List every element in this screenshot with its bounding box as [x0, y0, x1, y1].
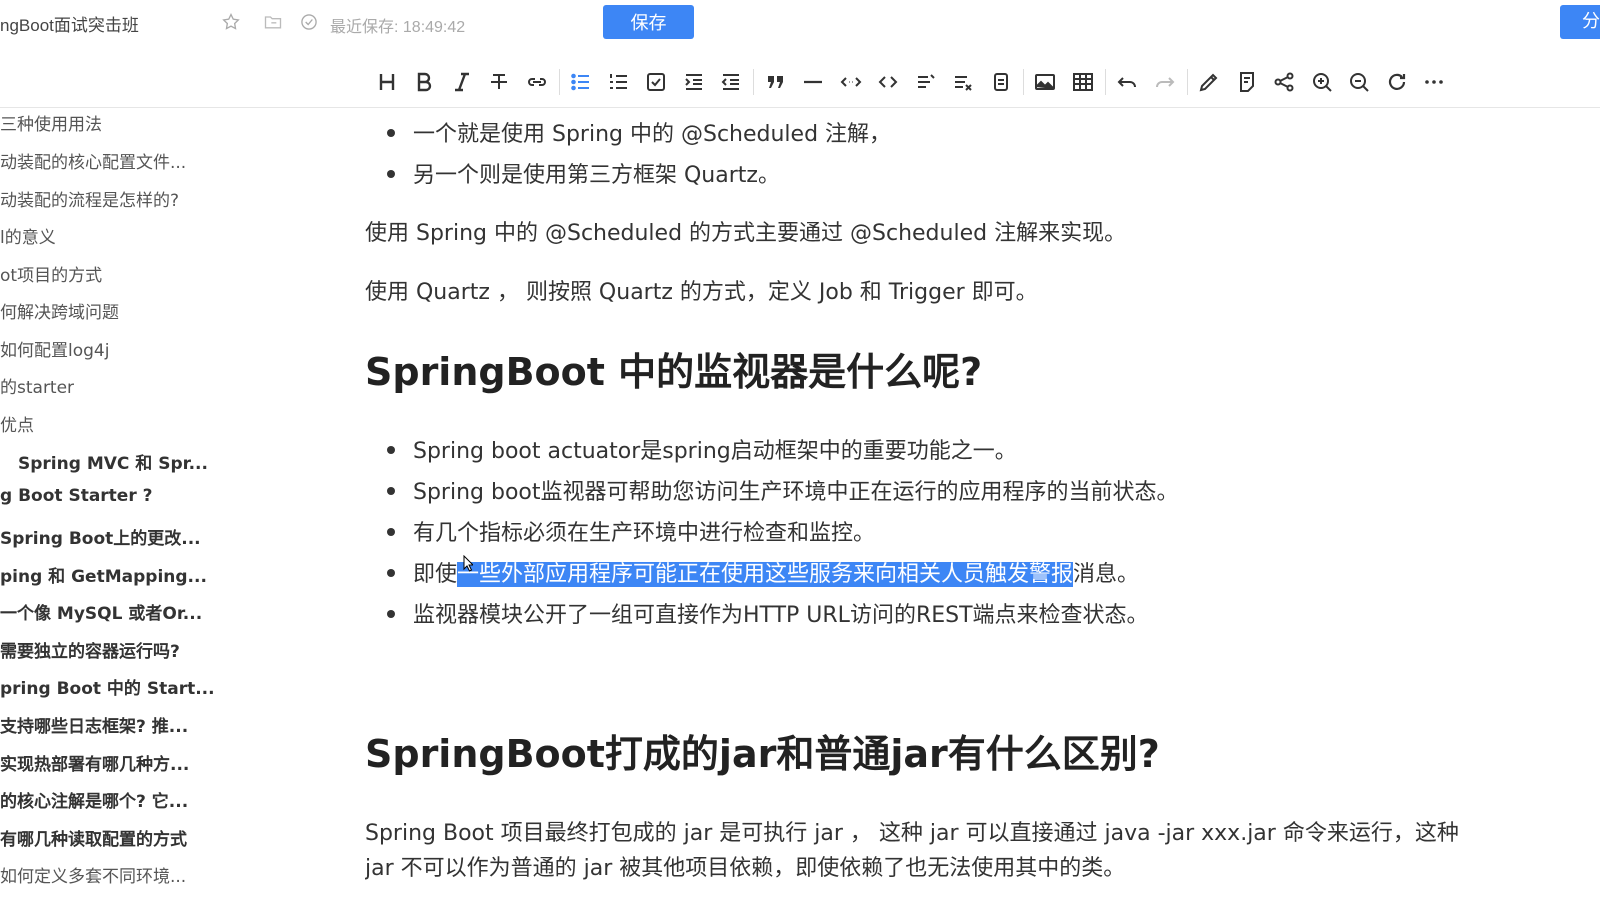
hr-icon[interactable] — [795, 65, 833, 99]
outline-item[interactable]: Spring MVC 和 Spr... — [18, 449, 208, 474]
attachment-icon[interactable] — [982, 65, 1020, 99]
toolbar-separator — [1186, 69, 1188, 95]
bold-icon[interactable] — [406, 65, 444, 99]
document-title[interactable]: ngBoot面试突击班 — [0, 11, 139, 36]
toolbar-separator — [753, 69, 754, 95]
table-icon[interactable] — [1064, 65, 1102, 99]
outline-item[interactable]: ping 和 GetMapping... — [0, 562, 207, 587]
checkbox-icon[interactable] — [638, 65, 676, 99]
text-before-selection: 即使 — [413, 562, 458, 587]
toolbar-separator — [1022, 69, 1024, 95]
strikethrough-icon[interactable] — [481, 65, 519, 99]
check-circle-icon — [298, 11, 320, 33]
mouse-cursor-icon — [463, 555, 473, 572]
editor-content[interactable]: 一个就是使用 Spring 中的 @Scheduled 注解， 另一个则是使用第… — [365, 108, 1600, 900]
list-item: 监视器模块公开了一组可直接作为HTTP URL访问的REST端点来检查状态。 — [387, 597, 1149, 629]
list-item: 一个就是使用 Spring 中的 @Scheduled 注解， — [386, 116, 891, 148]
outline-item[interactable]: 三种使用用法 — [0, 110, 102, 135]
formula-icon[interactable] — [945, 65, 983, 99]
outline-item[interactable]: 动装配的流程是怎样的? — [0, 186, 179, 211]
toc-icon[interactable] — [907, 65, 945, 99]
folder-icon[interactable] — [262, 11, 284, 33]
top-bar: ngBoot面试突击班 最近保存: 18:49:42 保存 分 — [0, 0, 1600, 46]
outline-item[interactable]: 动装配的核心配置文件... — [0, 148, 186, 173]
outline-item[interactable]: 实现热部署有哪几种方... — [0, 750, 189, 775]
paragraph: Spring Boot 项目最终打包成的 jar 是可执行 jar ， 这种 j… — [365, 821, 1459, 846]
outline-item[interactable]: 的核心注解是哪个? 它... — [0, 787, 188, 812]
outline-item[interactable]: 一个像 MySQL 或者Or... — [0, 599, 202, 624]
inline-code-icon[interactable] — [832, 65, 870, 99]
share-icon[interactable] — [1266, 65, 1304, 99]
outline-item[interactable]: 的starter — [0, 373, 74, 398]
pen-icon[interactable] — [1191, 65, 1229, 99]
refresh-icon[interactable] — [1378, 65, 1416, 99]
list-item: 有几个指标必须在生产环境中进行检查和监控。 — [386, 515, 875, 547]
heading-monitor: SpringBoot 中的监视器是什么呢? — [365, 350, 983, 394]
list-item-with-selection: 即使一些外部应用程序可能正在使用这些服务来向相关人员触发警报消息。 — [386, 556, 1140, 588]
outline-item[interactable]: 如何配置log4j — [0, 336, 109, 361]
numbered-list-icon[interactable] — [600, 65, 638, 99]
outline-item[interactable]: 优点 — [0, 411, 34, 436]
outline-item[interactable]: Spring Boot上的更改... — [0, 524, 201, 549]
outline-item[interactable]: 支持哪些日志框架? 推... — [0, 712, 188, 737]
outline-item[interactable]: 如何定义多套不同环境... — [0, 862, 186, 887]
list-item: Spring boot监视器可帮助您访问生产环境中正在运行的应用程序的当前状态。 — [387, 474, 1179, 506]
outline-item[interactable]: g Boot Starter ? — [0, 486, 153, 506]
italic-icon[interactable] — [443, 65, 481, 99]
toolbar-separator — [1104, 69, 1106, 95]
editor-toolbar — [368, 64, 1453, 100]
zoom-out-icon[interactable] — [1341, 65, 1379, 99]
paragraph: 使用 Quartz ， 则按照 Quartz 的方式，定义 Job 和 Trig… — [365, 280, 1038, 305]
toolbar-separator — [558, 69, 560, 95]
save-button[interactable]: 保存 — [603, 5, 694, 39]
outline-item[interactable]: pring Boot 中的 Start... — [0, 674, 215, 699]
indent-icon[interactable] — [675, 65, 713, 99]
share-button[interactable]: 分 — [1560, 5, 1600, 39]
save-status: 最近保存: 18:49:42 — [330, 19, 466, 36]
heading-jar-difference: SpringBoot打成的jar和普通jar有什么区别? — [365, 732, 1160, 776]
bullet-list-icon[interactable] — [563, 65, 601, 99]
zoom-in-icon[interactable] — [1303, 65, 1341, 99]
paragraph: jar 不可以作为普通的 jar 被其他项目依赖，即使依赖了也无法使用其中的类。 — [365, 856, 1126, 881]
image-icon[interactable] — [1027, 65, 1065, 99]
heading-icon[interactable] — [368, 65, 406, 99]
outline-item[interactable]: l的意义 — [0, 223, 56, 248]
more-icon[interactable] — [1416, 65, 1454, 99]
outline-item[interactable]: 有哪几种读取配置的方式 — [0, 825, 187, 850]
outline-item[interactable]: ot项目的方式 — [0, 261, 102, 286]
outline-item[interactable]: 需要独立的容器运行吗? — [0, 637, 180, 662]
paragraph: 使用 Spring 中的 @Scheduled 的方式主要通过 @Schedul… — [365, 221, 1127, 246]
selected-text[interactable]: 一些外部应用程序可能正在使用这些服务来向相关人员触发警报 — [457, 562, 1074, 587]
text-after-selection: 消息。 — [1073, 562, 1140, 587]
star-icon[interactable] — [220, 11, 242, 33]
outdent-icon[interactable] — [713, 65, 751, 99]
code-block-icon[interactable] — [870, 65, 908, 99]
note-icon[interactable] — [1228, 65, 1266, 99]
list-item: Spring boot actuator是spring启动框架中的重要功能之一。 — [387, 433, 1017, 465]
outline-sidebar: 三种使用用法 动装配的核心配置文件... 动装配的流程是怎样的? l的意义 ot… — [0, 108, 300, 900]
link-icon[interactable] — [518, 65, 556, 99]
quote-icon[interactable] — [757, 65, 795, 99]
redo-icon[interactable] — [1146, 65, 1184, 99]
list-item: 另一个则是使用第三方框架 Quartz。 — [387, 157, 780, 189]
outline-item[interactable]: 何解决跨域问题 — [0, 298, 119, 323]
undo-icon[interactable] — [1109, 65, 1147, 99]
